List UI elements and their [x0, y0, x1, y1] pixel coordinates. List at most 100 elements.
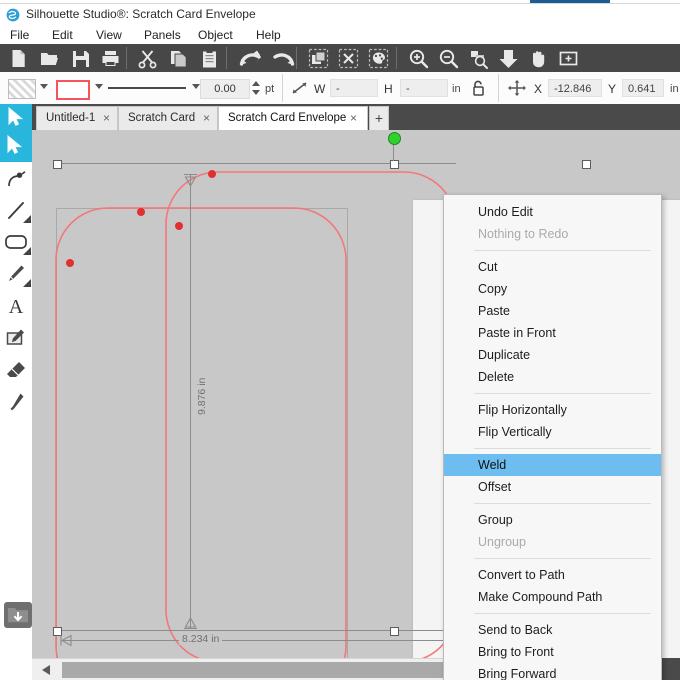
close-icon[interactable]: ×	[103, 107, 110, 130]
tool-submenu-caret-icon[interactable]	[23, 247, 31, 255]
open-folder-icon[interactable]	[39, 48, 60, 69]
context-menu-item-duplicate[interactable]: Duplicate	[444, 344, 661, 366]
y-input[interactable]: 0.641	[622, 79, 664, 97]
clear-selection-icon[interactable]	[338, 48, 359, 69]
context-menu-item-convert-to-path[interactable]: Convert to Path	[444, 564, 661, 586]
resize-handle-bottom-center[interactable]	[390, 627, 399, 636]
rectangle-tool[interactable]	[0, 226, 32, 258]
save-icon[interactable]	[70, 48, 91, 69]
path-node[interactable]	[175, 222, 183, 230]
properties-bar: 0.00 pt W - H - in X -12.846 Y 0.641 in	[0, 72, 680, 105]
send-to-silhouette-icon[interactable]	[498, 48, 519, 69]
path-node[interactable]	[208, 170, 216, 178]
document-tab-strip: Untitled-1 × Scratch Card × Scratch Card…	[0, 104, 680, 130]
context-menu[interactable]: Undo Edit Nothing to Redo Cut Copy Paste Past…	[443, 194, 662, 680]
context-menu-divider	[474, 448, 651, 449]
context-menu-item-offset[interactable]: Offset	[444, 476, 661, 498]
line-color-swatch[interactable]	[56, 80, 90, 100]
menu-object[interactable]: Object	[194, 27, 237, 43]
line-tool[interactable]	[0, 194, 32, 226]
text-tool[interactable]: A	[0, 290, 32, 322]
resize-handle-top-center[interactable]	[390, 160, 399, 169]
path-node[interactable]	[66, 259, 74, 267]
tab-untitled-1[interactable]: Untitled-1 ×	[36, 106, 118, 130]
tool-submenu-caret-icon[interactable]	[23, 279, 31, 287]
svg-text:A: A	[9, 296, 24, 317]
tab-scratch-card-envelope[interactable]: Scratch Card Envelope ×	[218, 106, 368, 130]
context-menu-item-nothing-to-redo: Nothing to Redo	[478, 227, 569, 241]
select-arrow-tool[interactable]	[0, 130, 32, 162]
dimension-arrow-bottom	[184, 616, 197, 628]
color-palette-icon[interactable]	[368, 48, 389, 69]
knife-tool[interactable]	[0, 386, 32, 418]
copy-icon[interactable]	[168, 48, 189, 69]
line-thickness-stepper[interactable]	[252, 79, 261, 97]
height-input[interactable]: -	[400, 79, 448, 97]
zoom-selection-icon[interactable]	[468, 48, 489, 69]
redo-icon[interactable]	[270, 48, 296, 69]
cut-scissors-icon[interactable]	[137, 48, 158, 69]
context-menu-item-weld[interactable]: Weld	[444, 454, 661, 476]
tab-scratch-card[interactable]: Scratch Card ×	[118, 106, 218, 130]
menu-bar: File Edit View Panels Object Help	[0, 26, 680, 44]
line-thickness-input[interactable]: 0.00	[200, 79, 250, 99]
context-menu-item-cut[interactable]: Cut	[444, 256, 661, 278]
undo-icon[interactable]	[238, 48, 264, 69]
context-menu-item-undo-edit[interactable]: Undo Edit	[444, 201, 661, 223]
unlocked-padlock-icon[interactable]	[470, 79, 486, 102]
context-menu-item-flip-horizontally[interactable]: Flip Horizontally	[444, 399, 661, 421]
fill-selection-icon[interactable]	[308, 48, 329, 69]
trace-tool[interactable]	[0, 322, 32, 354]
tool-submenu-caret-icon[interactable]	[23, 215, 31, 223]
path-node[interactable]	[137, 208, 145, 216]
resize-handle-top-left[interactable]	[53, 160, 62, 169]
menu-edit[interactable]: Edit	[48, 27, 77, 43]
line-style-preview[interactable]	[108, 87, 186, 89]
menu-help[interactable]: Help	[252, 27, 285, 43]
context-menu-item-flip-vertically[interactable]: Flip Vertically	[444, 421, 661, 443]
paste-clipboard-icon[interactable]	[199, 48, 220, 69]
new-document-icon[interactable]	[8, 48, 29, 69]
dimension-height-label: 9.876 in	[196, 374, 208, 418]
context-menu-item-group[interactable]: Group	[444, 509, 661, 531]
context-menu-item-bring-forward[interactable]: Bring Forward	[444, 663, 661, 680]
print-icon[interactable]	[100, 48, 121, 69]
context-menu-item-paste-in-front[interactable]: Paste in Front	[444, 322, 661, 344]
menu-panels[interactable]: Panels	[140, 27, 185, 43]
zoom-out-icon[interactable]	[438, 48, 459, 69]
eraser-tool[interactable]	[0, 354, 32, 386]
context-menu-divider	[474, 613, 651, 614]
context-menu-item-paste[interactable]: Paste	[444, 300, 661, 322]
library-download-icon	[4, 602, 32, 628]
scrollbar-corner	[0, 658, 32, 680]
fit-to-window-icon[interactable]	[558, 48, 579, 69]
fill-dropdown-caret-icon[interactable]	[40, 84, 48, 89]
context-menu-item-make-compound-path[interactable]: Make Compound Path	[444, 586, 661, 608]
edit-points-tool[interactable]	[0, 162, 32, 194]
rotation-handle[interactable]	[388, 132, 401, 145]
close-icon[interactable]: ×	[350, 107, 357, 130]
scroll-left-arrow-icon[interactable]	[32, 659, 62, 680]
pan-hand-icon[interactable]	[528, 48, 549, 69]
line-color-dropdown-caret-icon[interactable]	[95, 84, 103, 89]
close-icon[interactable]: ×	[203, 107, 210, 130]
width-input[interactable]: -	[330, 79, 378, 97]
active-tool-indicator	[0, 104, 32, 130]
new-tab-button[interactable]: +	[369, 106, 389, 130]
menu-file[interactable]: File	[6, 27, 33, 43]
x-input[interactable]: -12.846	[548, 79, 602, 97]
menu-view[interactable]: View	[92, 27, 126, 43]
draw-pencil-tool[interactable]	[0, 258, 32, 290]
context-menu-item-bring-to-front[interactable]: Bring to Front	[444, 641, 661, 663]
line-style-dropdown-caret-icon[interactable]	[192, 84, 200, 89]
dimension-line-horizontal	[62, 640, 462, 641]
tab-label: Untitled-1	[46, 112, 96, 124]
context-menu-item-delete[interactable]: Delete	[444, 366, 661, 388]
context-menu-item-send-to-back[interactable]: Send to Back	[444, 619, 661, 641]
dimension-width-label: 8.234 in	[179, 633, 223, 645]
resize-handle-top-right[interactable]	[582, 160, 591, 169]
dimension-cap-bottom	[184, 628, 197, 629]
context-menu-item-copy[interactable]: Copy	[444, 278, 661, 300]
fill-swatch[interactable]	[8, 79, 36, 99]
zoom-in-icon[interactable]	[408, 48, 429, 69]
